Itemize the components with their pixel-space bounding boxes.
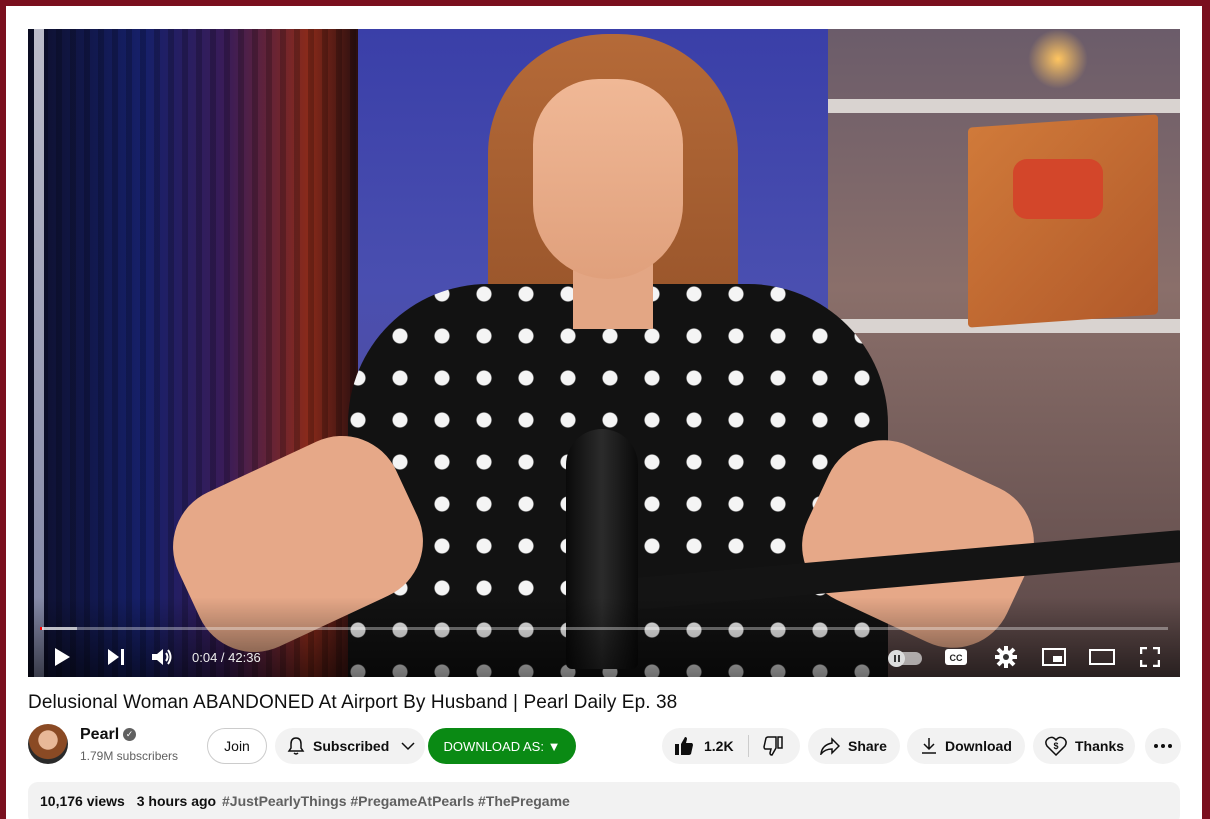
download-button[interactable]: Download <box>907 728 1025 764</box>
subscribed-button[interactable]: Subscribed <box>275 728 425 764</box>
next-button[interactable] <box>100 641 132 673</box>
bell-icon <box>287 737 305 755</box>
upload-date: 3 hours ago <box>136 793 217 809</box>
heart-dollar-icon: $ <box>1045 736 1067 756</box>
autoplay-toggle-icon <box>888 650 905 667</box>
dislike-button[interactable] <box>749 728 783 764</box>
description-box[interactable]: 10,176 views 3 hours ago #JustPearlyThin… <box>28 782 1180 819</box>
miniplayer-icon <box>1042 648 1066 666</box>
next-icon <box>108 649 124 665</box>
owner-row: Pearl ✓ 1.79M subscribers Join Subscribe… <box>28 724 1181 768</box>
join-label: Join <box>224 738 250 754</box>
share-button[interactable]: Share <box>808 728 900 764</box>
like-dislike-group: 1.2K <box>662 728 800 764</box>
description-meta: 10,176 views 3 hours ago #JustPearlyThin… <box>40 793 570 809</box>
cc-icon: CC <box>945 649 967 665</box>
thumbs-down-icon <box>762 736 783 756</box>
time-display: 0:04 / 42:36 <box>192 650 261 665</box>
captions-button[interactable]: CC <box>940 641 972 673</box>
lamp-glow <box>1028 29 1088 89</box>
subscribed-label: Subscribed <box>313 738 390 754</box>
share-label: Share <box>848 738 887 754</box>
thanks-button[interactable]: $ Thanks <box>1033 728 1135 764</box>
light-strip <box>34 29 44 677</box>
player-controls: 0:04 / 42:36 CC <box>28 637 1180 677</box>
fullscreen-button[interactable] <box>1134 641 1166 673</box>
video-frame-image[interactable] <box>28 29 1180 677</box>
shelf <box>828 99 1180 113</box>
play-button[interactable] <box>46 641 78 673</box>
progress-played <box>40 627 42 630</box>
theater-icon <box>1089 649 1115 665</box>
more-icon <box>1154 744 1172 748</box>
page-frame: 0:04 / 42:36 CC Delusional Woman ABANDON… <box>6 6 1202 819</box>
share-icon <box>820 737 840 755</box>
svg-text:CC: CC <box>950 653 963 663</box>
settings-button[interactable] <box>990 641 1022 673</box>
channel-avatar[interactable] <box>28 724 68 764</box>
autoplay-toggle[interactable] <box>888 650 922 667</box>
thumbs-up-icon <box>675 737 693 755</box>
download-icon <box>922 738 936 754</box>
person-face <box>533 79 683 279</box>
thanks-label: Thanks <box>1075 738 1125 754</box>
theater-mode-button[interactable] <box>1086 641 1118 673</box>
view-count: 10,176 views <box>40 793 125 809</box>
miniplayer-button[interactable] <box>1038 641 1070 673</box>
play-icon <box>55 648 70 666</box>
download-as-label: DOWNLOAD AS: ▼ <box>443 738 561 754</box>
hashtags[interactable]: #JustPearlyThings #PregameAtPearls #TheP… <box>222 793 570 809</box>
volume-icon <box>152 649 172 665</box>
gear-icon <box>995 646 1017 668</box>
verified-badge-icon: ✓ <box>123 728 136 741</box>
like-button[interactable]: 1.2K <box>662 728 734 764</box>
video-player[interactable]: 0:04 / 42:36 CC <box>28 29 1180 677</box>
join-button[interactable]: Join <box>207 728 267 764</box>
download-label: Download <box>945 738 1012 754</box>
progress-buffered <box>40 627 78 630</box>
chevron-down-icon <box>401 742 415 751</box>
like-count: 1.2K <box>704 738 734 754</box>
fullscreen-icon <box>1140 647 1160 667</box>
play-button-plaque <box>968 114 1158 328</box>
more-actions-button[interactable] <box>1145 728 1181 764</box>
video-title: Delusional Woman ABANDONED At Airport By… <box>28 692 678 713</box>
svg-text:$: $ <box>1053 741 1058 751</box>
download-as-button[interactable]: DOWNLOAD AS: ▼ <box>428 728 576 764</box>
subscriber-count: 1.79M subscribers <box>80 749 179 763</box>
plaque-logo <box>1013 159 1103 219</box>
volume-button[interactable] <box>146 641 178 673</box>
progress-bar[interactable] <box>40 627 1168 630</box>
channel-name[interactable]: Pearl <box>80 726 119 744</box>
